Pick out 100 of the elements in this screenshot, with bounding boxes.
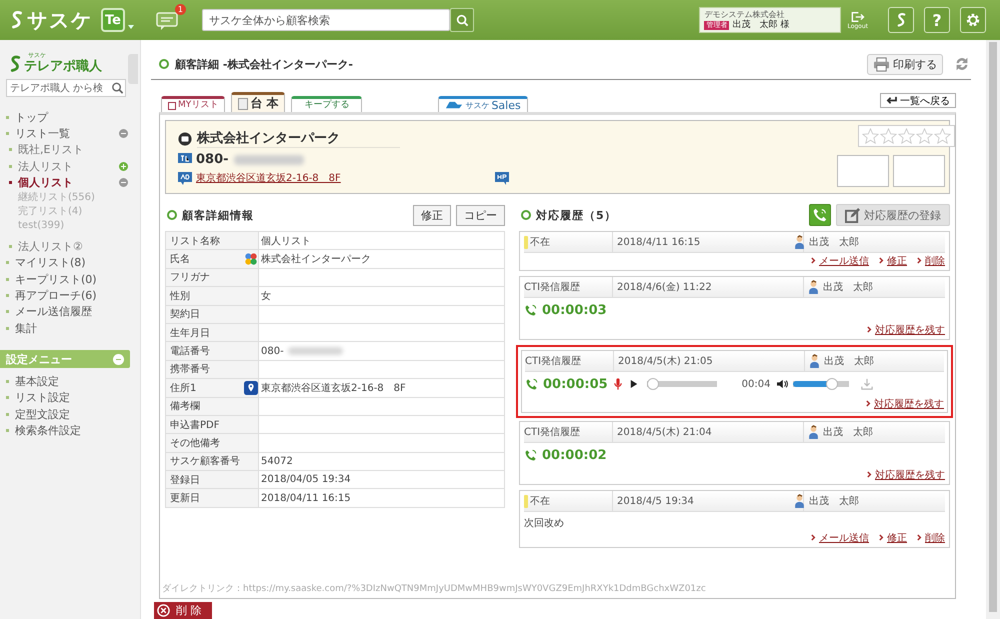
delete-button[interactable]: 削 除 bbox=[154, 602, 212, 619]
entry-link[interactable]: 対応履歴を残す bbox=[867, 322, 945, 336]
field-value: 2018/04/11 16:15 bbox=[258, 488, 504, 508]
field-value: 080- bbox=[258, 342, 504, 360]
nav-item[interactable]: リスト設定 bbox=[15, 390, 128, 406]
tab[interactable]: 台 本 bbox=[231, 92, 286, 112]
volume-icon[interactable] bbox=[776, 379, 788, 389]
collapse-icon[interactable] bbox=[119, 178, 128, 187]
nav-item[interactable]: 集計 bbox=[15, 320, 128, 336]
field-label: 申込書PDF bbox=[166, 415, 258, 434]
star-rating[interactable] bbox=[858, 125, 955, 147]
field-value: 女 bbox=[258, 286, 504, 306]
edit-icon bbox=[845, 208, 860, 222]
user-name: 出茂 太郎 様 bbox=[732, 20, 790, 30]
call-button[interactable] bbox=[809, 204, 831, 226]
back-to-list-button[interactable]: 一覧へ戻る bbox=[880, 93, 956, 108]
section-title: 顧客詳細情報 bbox=[182, 208, 254, 222]
field-label: 契約日 bbox=[166, 305, 258, 324]
user-name: 出茂 太郎 bbox=[823, 280, 873, 294]
nav-item[interactable]: 法人リスト② bbox=[18, 239, 128, 254]
play-button[interactable] bbox=[630, 379, 638, 389]
section-title: 設定メニュー bbox=[6, 352, 73, 367]
homepage-icon[interactable] bbox=[494, 172, 509, 184]
star-icon[interactable] bbox=[916, 128, 933, 144]
call-duration: 00:00:02 bbox=[542, 448, 607, 462]
download-icon[interactable] bbox=[860, 378, 872, 390]
entry-link[interactable]: 対応履歴を残す bbox=[867, 468, 945, 482]
user-name: 出茂 太郎 bbox=[809, 494, 859, 508]
chevron-icon bbox=[917, 534, 922, 541]
print-button[interactable]: 印刷する bbox=[867, 54, 943, 74]
nav-item[interactable]: 既社,Eリスト bbox=[18, 142, 128, 158]
settings-button[interactable] bbox=[960, 7, 986, 33]
collapse-icon[interactable] bbox=[119, 128, 128, 138]
image-slot[interactable] bbox=[837, 155, 889, 187]
entry-link[interactable]: 修正 bbox=[879, 530, 907, 544]
star-icon[interactable] bbox=[898, 128, 915, 144]
caret-icon bbox=[128, 25, 134, 29]
nav-item[interactable]: 定型文設定 bbox=[15, 406, 128, 422]
register-history-button[interactable]: 対応履歴の登録 bbox=[836, 204, 950, 226]
star-icon[interactable] bbox=[934, 128, 951, 144]
page-title: 顧客詳細 -株式会社インターパーク- bbox=[175, 56, 353, 72]
printer-icon bbox=[873, 56, 890, 72]
chevron-icon bbox=[811, 257, 816, 264]
action-button[interactable]: コピー bbox=[456, 204, 505, 226]
nav-item[interactable]: メール送信履歴 bbox=[15, 304, 128, 320]
bullet-icon bbox=[9, 180, 12, 184]
entry-link[interactable]: メール送信 bbox=[811, 530, 869, 544]
star-icon[interactable] bbox=[862, 128, 879, 144]
bullet-icon bbox=[6, 412, 9, 416]
address-icon bbox=[178, 172, 192, 184]
scrollbar[interactable] bbox=[986, 40, 1000, 619]
bullet-icon bbox=[6, 132, 9, 135]
tab[interactable]: キープする bbox=[291, 96, 362, 112]
call-duration: 00:00:05 bbox=[543, 376, 608, 392]
address-link[interactable]: 東京都渋谷区道玄坂2-16-8 8F bbox=[196, 171, 341, 185]
nav-item[interactable]: 個人リスト bbox=[18, 174, 119, 190]
chevron-icon bbox=[879, 534, 884, 541]
nav-item[interactable]: 基本設定 bbox=[15, 374, 128, 389]
company-name: デモシステム株式会社 bbox=[704, 10, 786, 20]
brand-name: テレアポ職人 bbox=[24, 59, 102, 74]
search-button[interactable] bbox=[450, 8, 474, 32]
contacts-icon[interactable] bbox=[244, 252, 258, 266]
seek-bar[interactable] bbox=[646, 378, 717, 390]
call-duration: 00:00:03 bbox=[542, 302, 607, 318]
close-icon bbox=[157, 604, 170, 617]
gear-icon bbox=[965, 12, 981, 28]
nav-item[interactable]: 法人リスト bbox=[18, 158, 119, 174]
volume-slider[interactable] bbox=[792, 378, 848, 390]
field-label: 登録日 bbox=[166, 470, 258, 489]
user-icon bbox=[808, 280, 819, 294]
nav-item[interactable]: キープリスト(0) bbox=[15, 272, 128, 287]
entry-link[interactable]: メール送信 bbox=[811, 254, 869, 268]
app-logo-button[interactable] bbox=[888, 7, 914, 33]
chat-icon[interactable] bbox=[156, 12, 178, 30]
nav-item[interactable]: マイリスト(8) bbox=[15, 255, 128, 270]
nav-item[interactable]: トップ bbox=[15, 110, 128, 125]
nav-item[interactable]: 再アプローチ(6) bbox=[15, 288, 128, 304]
entry-link[interactable]: 削除 bbox=[917, 530, 945, 544]
expand-icon[interactable] bbox=[119, 162, 128, 171]
image-slot[interactable] bbox=[893, 155, 945, 187]
chevron-icon bbox=[917, 257, 922, 264]
star-icon[interactable] bbox=[880, 128, 897, 144]
action-button[interactable]: 修正 bbox=[413, 204, 451, 226]
nav-item[interactable]: 検索条件設定 bbox=[15, 422, 128, 438]
field-value: 54072 bbox=[258, 452, 504, 471]
volume-handle[interactable] bbox=[826, 378, 838, 390]
collapse-icon[interactable] bbox=[113, 354, 124, 365]
map-pin-icon[interactable] bbox=[244, 380, 258, 395]
seek-handle[interactable] bbox=[646, 378, 659, 390]
field-label: 電話番号 bbox=[166, 342, 258, 360]
entry-link[interactable]: 修正 bbox=[879, 254, 907, 268]
tab[interactable]: MYリスト bbox=[161, 96, 226, 112]
bullet-icon bbox=[6, 261, 9, 264]
user-icon bbox=[794, 235, 805, 249]
entry-link[interactable]: 削除 bbox=[917, 254, 945, 268]
nav-item[interactable]: リスト一覧 bbox=[15, 126, 119, 141]
field-value: 個人リスト bbox=[258, 232, 504, 250]
user-icon bbox=[809, 354, 820, 368]
entry-link[interactable]: 対応履歴を残す bbox=[866, 396, 944, 410]
search-field[interactable]: サスケ全体から顧客検索 bbox=[202, 9, 450, 31]
